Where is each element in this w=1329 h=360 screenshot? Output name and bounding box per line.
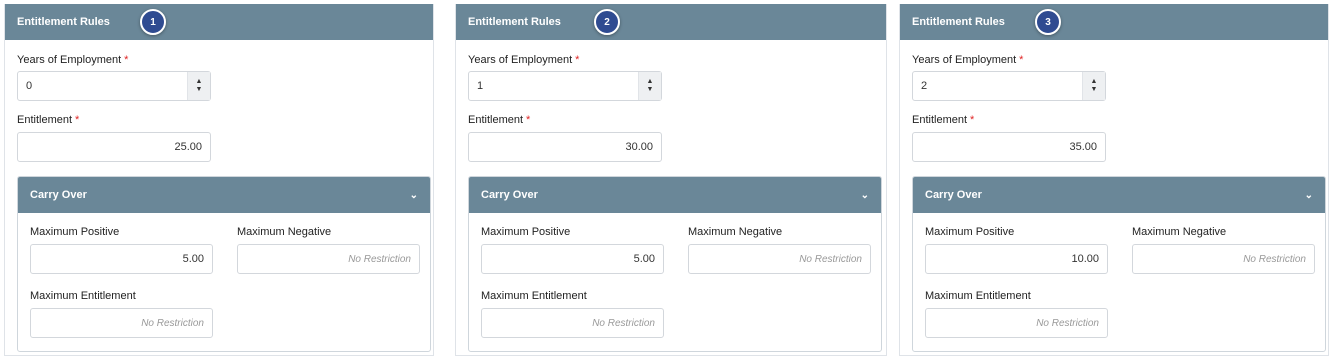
maximum-negative-input[interactable]: No Restriction — [237, 244, 420, 274]
maximum-positive-input[interactable]: 10.00 — [925, 244, 1108, 274]
maximum-positive-label: Maximum Positive — [481, 226, 571, 238]
up-down-arrows-icon[interactable]: ▲ ▼ — [1082, 72, 1105, 100]
maximum-entitlement-label: Maximum Entitlement — [481, 290, 587, 302]
required-asterisk: * — [526, 114, 531, 126]
panel-header: Entitlement Rules 1 — [5, 4, 433, 40]
maximum-negative-input[interactable]: No Restriction — [688, 244, 871, 274]
step-badge: 2 — [594, 9, 620, 35]
required-asterisk: * — [970, 114, 975, 126]
entitlement-rules-panel-1: Entitlement Rules 1 Years of Employment *… — [4, 4, 434, 356]
chevron-down-icon[interactable]: ⌄ — [1305, 190, 1313, 201]
maximum-positive-label: Maximum Positive — [30, 226, 120, 238]
years-of-employment-input[interactable]: 2 ▲ ▼ — [912, 71, 1106, 101]
up-down-arrows-icon[interactable]: ▲ ▼ — [187, 72, 210, 100]
required-asterisk: * — [1019, 54, 1024, 66]
panel-header: Entitlement Rules 3 — [900, 4, 1328, 40]
carry-over-section: Carry Over ⌄ Maximum Positive 5.00 Maxim… — [468, 176, 882, 352]
maximum-negative-label: Maximum Negative — [1132, 226, 1227, 238]
maximum-positive-input[interactable]: 5.00 — [30, 244, 213, 274]
maximum-entitlement-input[interactable]: No Restriction — [30, 308, 213, 338]
carry-over-section: Carry Over ⌄ Maximum Positive 5.00 Maxim… — [17, 176, 431, 352]
entitlement-rules-panel-3: Entitlement Rules 3 Years of Employment *… — [899, 4, 1329, 356]
chevron-down-icon[interactable]: ⌄ — [861, 190, 869, 201]
required-asterisk: * — [75, 114, 80, 126]
entitlement-label: Entitlement * — [912, 114, 975, 126]
step-badge: 3 — [1035, 9, 1061, 35]
maximum-negative-input[interactable]: No Restriction — [1132, 244, 1315, 274]
maximum-negative-label: Maximum Negative — [688, 226, 783, 238]
panel-title: Entitlement Rules — [912, 16, 1005, 28]
years-of-employment-label: Years of Employment * — [912, 54, 1024, 66]
years-of-employment-label: Years of Employment * — [468, 54, 580, 66]
maximum-entitlement-label: Maximum Entitlement — [30, 290, 136, 302]
step-badge: 1 — [140, 9, 166, 35]
entitlement-input[interactable]: 25.00 — [17, 132, 211, 162]
panel-title: Entitlement Rules — [17, 16, 110, 28]
entitlement-input[interactable]: 30.00 — [468, 132, 662, 162]
carry-over-header[interactable]: Carry Over ⌄ — [18, 177, 430, 213]
years-of-employment-input[interactable]: 1 ▲ ▼ — [468, 71, 662, 101]
entitlement-label: Entitlement * — [468, 114, 531, 126]
years-of-employment-label: Years of Employment * — [17, 54, 129, 66]
entitlement-rules-panel-2: Entitlement Rules 2 Years of Employment *… — [455, 4, 887, 356]
maximum-positive-label: Maximum Positive — [925, 226, 1015, 238]
required-asterisk: * — [575, 54, 580, 66]
carry-over-header[interactable]: Carry Over ⌄ — [469, 177, 881, 213]
carry-over-header[interactable]: Carry Over ⌄ — [913, 177, 1325, 213]
up-down-arrows-icon[interactable]: ▲ ▼ — [638, 72, 661, 100]
panel-title: Entitlement Rules — [468, 16, 561, 28]
chevron-down-icon[interactable]: ⌄ — [410, 190, 418, 201]
years-of-employment-input[interactable]: 0 ▲ ▼ — [17, 71, 211, 101]
maximum-positive-input[interactable]: 5.00 — [481, 244, 664, 274]
maximum-entitlement-label: Maximum Entitlement — [925, 290, 1031, 302]
maximum-entitlement-input[interactable]: No Restriction — [925, 308, 1108, 338]
required-asterisk: * — [124, 54, 129, 66]
entitlement-input[interactable]: 35.00 — [912, 132, 1106, 162]
entitlement-label: Entitlement * — [17, 114, 80, 126]
carry-over-section: Carry Over ⌄ Maximum Positive 10.00 Maxi… — [912, 176, 1326, 352]
maximum-negative-label: Maximum Negative — [237, 226, 332, 238]
panel-header: Entitlement Rules 2 — [456, 4, 886, 40]
maximum-entitlement-input[interactable]: No Restriction — [481, 308, 664, 338]
